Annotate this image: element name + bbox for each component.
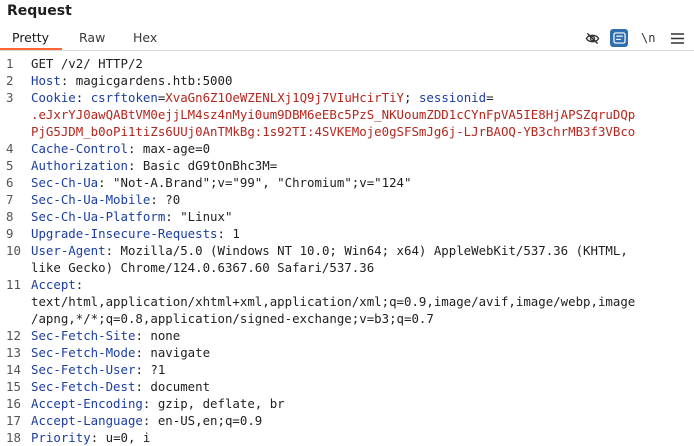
- header-value: like Gecko) Chrome/124.0.6367.60 Safari/…: [31, 260, 375, 275]
- header-name: Sec-Fetch-Dest: [31, 379, 136, 394]
- line-content: Sec-Ch-Ua-Platform: "Linux": [31, 208, 232, 225]
- line-content: Upgrade-Insecure-Requests: 1: [31, 225, 240, 242]
- header-name: Upgrade-Insecure-Requests: [31, 226, 218, 241]
- line-number: 17: [6, 413, 21, 428]
- header-value: : Mozilla/5.0 (Windows NT 10.0; Win64; x…: [105, 243, 628, 258]
- header-value: : navigate: [135, 345, 211, 360]
- line-number: 10: [6, 243, 21, 258]
- line-content: text/html,application/xhtml+xml,applicat…: [31, 293, 635, 310]
- line-number: 11: [6, 277, 21, 292]
- line-number: 16: [6, 396, 21, 411]
- header-value: : gzip, deflate, br: [142, 396, 285, 411]
- line-content: User-Agent: Mozilla/5.0 (Windows NT 10.0…: [31, 242, 628, 259]
- header-value: : magicgardens.htb:5000: [60, 73, 233, 88]
- header-value: :: [75, 90, 91, 105]
- header-value: : "Linux": [165, 209, 233, 224]
- line-number: 7: [6, 192, 14, 207]
- line-number: 3: [6, 90, 14, 105]
- header-value: : "Not-A.Brand";v="99", "Chromium";v="12…: [98, 175, 412, 190]
- header-name: Sec-Fetch-Mode: [31, 345, 136, 360]
- header-value: : ?1: [135, 362, 166, 377]
- active-tab-indicator: [0, 48, 62, 50]
- header-name: Accept-Language: [31, 413, 143, 428]
- header-name: Sec-Ch-Ua-Mobile: [31, 192, 151, 207]
- line-number: 9: [6, 226, 14, 241]
- header-value: : en-US,en;q=0.9: [142, 413, 263, 428]
- line-content: Sec-Ch-Ua: "Not-A.Brand";v="99", "Chromi…: [31, 174, 411, 191]
- line-number: 15: [6, 379, 21, 394]
- header-value: : Basic dG9tOnBhc3M=: [127, 158, 278, 173]
- header-name: User-Agent: [31, 243, 106, 258]
- line-number: 18: [6, 430, 21, 445]
- newline-toggle-button[interactable]: \n: [641, 29, 655, 47]
- word-wrap-button[interactable]: [610, 29, 628, 47]
- header-value: : u=0, i: [90, 430, 151, 445]
- eye-slash-icon: [585, 32, 599, 44]
- line-content: Host: magicgardens.htb:5000: [31, 72, 232, 89]
- line-number: 6: [6, 175, 14, 190]
- header-name: Authorization: [31, 158, 128, 173]
- hide-eye-icon[interactable]: [583, 29, 601, 47]
- header-value: :: [75, 277, 84, 292]
- header-value: : max-age=0: [127, 141, 211, 156]
- tab-raw[interactable]: Raw: [79, 30, 105, 45]
- line-number: 1: [6, 56, 14, 71]
- line-content: Accept-Language: en-US,en;q=0.9: [31, 412, 262, 429]
- header-value: =: [486, 90, 494, 105]
- cookie-value: XvaGn6Z1OeWZENLXj1Q9j7VIuHcirTiY: [165, 90, 405, 105]
- line-content: PjG5JDM_b0oPi1tiZs6UUj0AnTMkBg:1s92TI:4S…: [31, 123, 635, 140]
- line-number: 2: [6, 73, 14, 88]
- tab-pretty[interactable]: Pretty: [12, 30, 49, 45]
- line-content: Cache-Control: max-age=0: [31, 140, 210, 157]
- line-content: Accept:: [31, 276, 83, 293]
- menu-icon[interactable]: [669, 29, 685, 47]
- line-content: Sec-Fetch-Mode: navigate: [31, 344, 210, 361]
- line-content: Authorization: Basic dG9tOnBhc3M=: [31, 157, 277, 174]
- header-name: Cookie: [31, 90, 76, 105]
- line-number: 13: [6, 345, 21, 360]
- line-content: Sec-Fetch-User: ?1: [31, 361, 165, 378]
- header-value: : none: [135, 328, 181, 343]
- header-name: Accept-Encoding: [31, 396, 143, 411]
- header-value: : 1: [217, 226, 240, 241]
- hamburger-icon: [670, 32, 684, 44]
- line-number: 8: [6, 209, 14, 224]
- cookie-value: .eJxrYJ0awQABtVM0ejjLM4sz4nMyi0um9DBM6eE…: [31, 107, 636, 122]
- line-number: 12: [6, 328, 21, 343]
- header-name: Sec-Ch-Ua-Platform: [31, 209, 166, 224]
- header-value: GET /v2/ HTTP/2: [31, 56, 143, 71]
- line-content: GET /v2/ HTTP/2: [31, 55, 143, 72]
- panel-title: Request: [7, 3, 72, 19]
- line-content: Sec-Fetch-Dest: document: [31, 378, 210, 395]
- line-content: Sec-Ch-Ua-Mobile: ?0: [31, 191, 180, 208]
- line-number: 5: [6, 158, 14, 173]
- line-content: Cookie: csrftoken = XvaGn6Z1OeWZENLXj1Q9j7…: [31, 89, 494, 106]
- header-name: Cache-Control: [31, 141, 128, 156]
- header-value: ;: [404, 90, 419, 105]
- line-number: 14: [6, 362, 21, 377]
- line-content: .eJxrYJ0awQABtVM0ejjLM4sz4nMyi0um9DBM6eE…: [31, 106, 635, 123]
- line-content: Priority: u=0, i: [31, 429, 150, 446]
- header-name: Sec-Fetch-User: [31, 362, 136, 377]
- cookie-value: PjG5JDM_b0oPi1tiZs6UUj0AnTMkBg:1s92TI:4S…: [31, 124, 636, 139]
- header-value: text/html,application/xhtml+xml,applicat…: [31, 294, 636, 309]
- header-name: Accept: [31, 277, 76, 292]
- header-value: : ?0: [150, 192, 181, 207]
- line-content: like Gecko) Chrome/124.0.6367.60 Safari/…: [31, 259, 374, 276]
- line-content: Accept-Encoding: gzip, deflate, br: [31, 395, 285, 412]
- line-content: Sec-Fetch-Site: none: [31, 327, 180, 344]
- tab-bar: Pretty Raw Hex \n: [0, 26, 694, 51]
- header-name: Sec-Ch-Ua: [31, 175, 99, 190]
- line-content: /apng,*/*;q=0.8,application/signed-excha…: [31, 310, 434, 327]
- wrap-lines-icon: [612, 32, 626, 44]
- cookie-name: csrftoken: [90, 90, 158, 105]
- header-name: Priority: [31, 430, 91, 445]
- header-name: Host: [31, 73, 61, 88]
- line-number: 4: [6, 141, 14, 156]
- header-value: : document: [135, 379, 211, 394]
- header-name: Sec-Fetch-Site: [31, 328, 136, 343]
- cookie-name: sessionid: [418, 90, 487, 105]
- tab-hex[interactable]: Hex: [133, 30, 157, 45]
- header-value: /apng,*/*;q=0.8,application/signed-excha…: [31, 311, 434, 326]
